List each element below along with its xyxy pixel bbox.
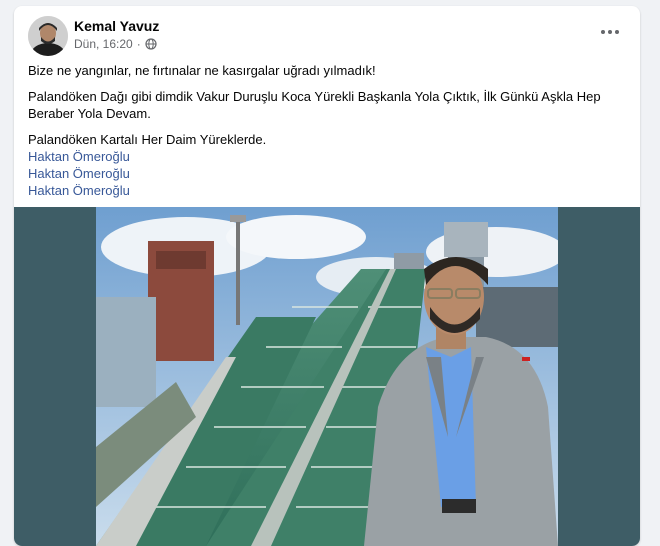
post-paragraph: Palandöken Kartalı Her Daim Yüreklerde. (28, 132, 267, 147)
globe-icon[interactable] (145, 38, 157, 50)
post-text: Bize ne yangınlar, ne fırtınalar ne kası… (28, 62, 628, 199)
mention-link[interactable]: Haktan Ömeroğlu (28, 165, 628, 182)
post-paragraph: Bize ne yangınlar, ne fırtınalar ne kası… (28, 63, 376, 78)
more-options-icon[interactable] (594, 20, 626, 44)
mention-link[interactable]: Haktan Ömeroğlu (28, 182, 628, 199)
author-avatar[interactable] (28, 16, 68, 56)
post-timestamp[interactable]: Dün, 16:20 (74, 37, 133, 51)
post-photo[interactable] (96, 207, 558, 546)
post-paragraph: Palandöken Dağı gibi dimdik Vakur Duruşl… (28, 89, 601, 121)
author-name[interactable]: Kemal Yavuz (74, 18, 159, 34)
mention-link[interactable]: Haktan Ömeroğlu (28, 148, 628, 165)
post-meta: Dün, 16:20 · (74, 37, 157, 51)
post-card: Kemal Yavuz Dün, 16:20 · Bize ne yangınl… (14, 6, 640, 546)
